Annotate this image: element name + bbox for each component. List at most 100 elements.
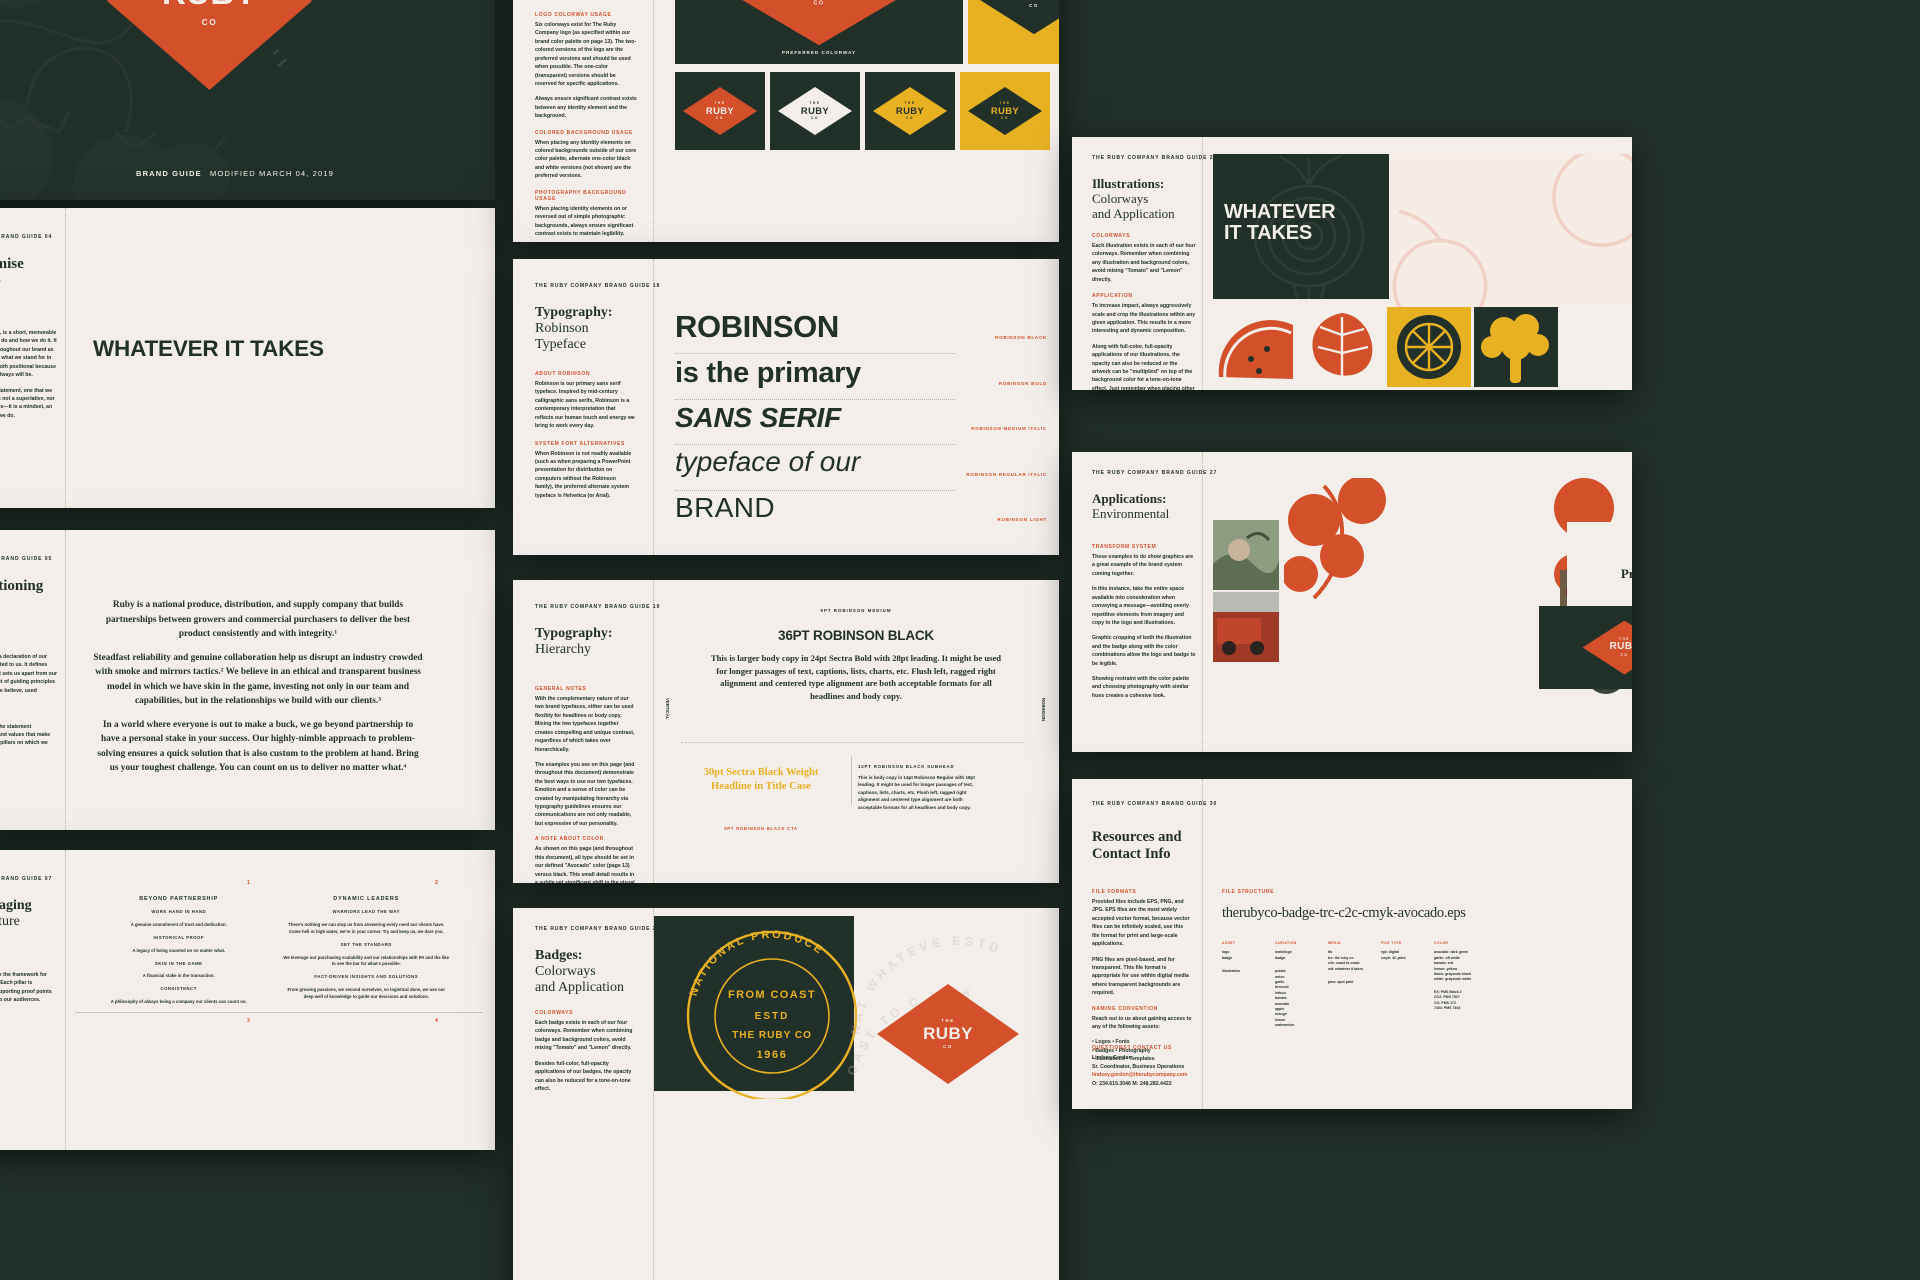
colorway-cell-lemon-avocado[interactable]: THE RUBY CO xyxy=(960,72,1050,150)
page-resources-contact[interactable]: THE RUBY COMPANY BRAND GUIDE 30 Resource… xyxy=(1072,779,1632,1109)
business-card-mockup: THE RUBY CO xyxy=(1539,606,1632,689)
section-paragraph: Each illustration exists in each of our … xyxy=(1092,243,1196,283)
hero-caption: PREFERRED COLORWAY xyxy=(781,50,857,55)
tomato-panel: THE RUBY CO xyxy=(1392,154,1632,307)
section-paragraph: With the complementary nature of our two… xyxy=(535,696,635,753)
page-title-line1: Colorways xyxy=(1092,190,1149,206)
colorway-cell-avocado-tomato[interactable]: THE RUBY CO xyxy=(675,72,765,150)
section-paragraph: Provided files include EPS, PNG, and JPG… xyxy=(1092,899,1190,948)
page-badges[interactable]: THE RUBY COMPANY BRAND GUIDE 21 Badges: … xyxy=(513,908,1059,1280)
page-illustrations[interactable]: THE RUBY COMPANY BRAND GUIDE 23 Illustra… xyxy=(1072,137,1632,390)
cover-logo-diamond[interactable]: RUBY CO xyxy=(107,0,312,90)
page-typography-robinson[interactable]: THE RUBY COMPANY BRAND GUIDE 18 Typograp… xyxy=(513,259,1059,555)
section-label: SUPPORTING POINTS xyxy=(0,714,57,720)
table-cell: white: grayscale white xyxy=(1434,977,1472,982)
logo-gold-panel: PREFERRED COLORWAY THE RUBY CO xyxy=(968,0,1059,64)
logo-the: THE xyxy=(941,1017,955,1023)
logo-diamond-tomato[interactable]: THE RUBY CO xyxy=(719,0,919,46)
section-label: A NOTE ABOUT COLOR xyxy=(535,836,604,843)
contact-name: Lindsey Gordon xyxy=(1092,1055,1132,1062)
specimen-label: ROBINSON BOLD xyxy=(998,381,1047,386)
page-title-line1: Resources and xyxy=(1092,829,1182,845)
page-title-line1: Robinson xyxy=(535,320,589,336)
quadrant-heading: DYNAMIC LEADERS xyxy=(333,896,400,902)
page-brand-promise[interactable]: THE RUBY COMPANY BRAND GUIDE 04 Brand Pr… xyxy=(0,208,495,508)
card-logo-diamond[interactable]: THE RUBY CO xyxy=(1582,620,1632,675)
colorway-cell-avocado-cream[interactable]: THE RUBY CO xyxy=(770,72,860,150)
specimen-label: ROBINSON REGULAR ITALIC xyxy=(966,472,1047,477)
cover-logo-sub: CO xyxy=(201,16,218,27)
broccoli-cell[interactable] xyxy=(1474,307,1558,387)
section-paragraph: Along with full-color, full-opacity appl… xyxy=(1092,343,1195,390)
logo-name: RUBY xyxy=(800,104,830,116)
table-header: ASSET xyxy=(1222,941,1236,945)
page-title-line1: Brand Promise xyxy=(0,256,24,272)
page-brand-messaging[interactable]: THE RUBY COMPANY BRAND GUIDE 07 Brand Me… xyxy=(0,850,495,1150)
proof-point-text: A genuine commitment of trust and dedica… xyxy=(130,921,227,927)
specimen-label: ROBINSON BLACK xyxy=(995,335,1047,340)
page-brand-positioning[interactable]: THE RUBY COMPANY BRAND GUIDE 05 Brand Po… xyxy=(0,530,495,830)
lettuce-illustration-icon xyxy=(1312,313,1373,377)
page-title-line2: and Application xyxy=(535,979,625,995)
badge-diamond[interactable]: THE RUBY CO xyxy=(877,984,1019,1084)
illustration-colorway-row xyxy=(1213,307,1558,387)
section-label: COLORWAYS xyxy=(535,1010,574,1016)
gutter-rule xyxy=(1202,452,1203,752)
table-header: VARIATION xyxy=(1275,941,1297,945)
logo-name: RUBY xyxy=(895,104,925,116)
sign-line1: National xyxy=(1621,551,1632,566)
table-cell: pms: spot print xyxy=(1328,979,1354,984)
logo-name: RUBY xyxy=(1609,641,1632,652)
headline-line1: WHATEVER xyxy=(1224,201,1336,223)
proof-point-lead: SKIN IN THE GAME xyxy=(154,960,203,966)
quadrant-number: 2 xyxy=(435,880,438,886)
table-cell: 7403: PMS 7403 xyxy=(1434,1006,1461,1011)
diamond-shape-icon xyxy=(719,0,919,46)
sign-line2: Produce Supply xyxy=(1620,566,1632,581)
running-head: THE RUBY COMPANY BRAND GUIDE 07 xyxy=(0,876,53,882)
logo-co: CO xyxy=(715,116,725,121)
logo-colorway-row: THE RUBY CO THE RUBY CO THE RUBY CO THE … xyxy=(675,72,1050,150)
lettuce-cell[interactable] xyxy=(1300,307,1384,387)
coast-to-coast-badge-icon[interactable]: NATIONAL PRODUCE FROM COAST ESTD THE RUB… xyxy=(672,924,872,1099)
gutter-rule xyxy=(653,580,654,883)
table-header: FILE TYPE xyxy=(1381,941,1402,945)
gutter-rule xyxy=(653,0,654,242)
page-title-bold: Typography: xyxy=(535,305,613,320)
page-title-line1: Colorways xyxy=(535,963,596,979)
tomato-illustration-icon xyxy=(1392,154,1632,307)
page-cover[interactable]: IT TAKES RIBUTION AND RUBY CO BRAND GUID… xyxy=(0,0,495,200)
specimen-bold: is the primary xyxy=(675,357,861,389)
logo-name: RUBY xyxy=(1012,0,1056,1)
colorway-cell-avocado-lemon[interactable]: THE RUBY CO xyxy=(865,72,955,150)
gutter-rule xyxy=(653,259,654,555)
proof-point-text: A philosophy of always being a company o… xyxy=(110,999,247,1005)
page-applications-environmental[interactable]: THE RUBY COMPANY BRAND GUIDE 27 Applicat… xyxy=(1072,452,1632,752)
logo-co: CO xyxy=(943,1044,953,1049)
running-head: THE RUBY COMPANY BRAND GUIDE 04 xyxy=(0,234,53,240)
section-label: APPLICATION xyxy=(1092,293,1133,300)
cover-footer-date: MODIFIED MARCH 04, 2019 xyxy=(209,169,334,178)
proof-point-lead: SET THE STANDARD xyxy=(340,941,392,947)
contact-email[interactable]: lindsey.gordon@therubycompany.com xyxy=(1092,1071,1204,1079)
page-typography-hierarchy[interactable]: THE RUBY COMPANY BRAND GUIDE 19 Typograp… xyxy=(513,580,1059,883)
section-paragraph: Six colorways exist for The Ruby Company… xyxy=(535,22,637,87)
positioning-paragraph: In a world where everyone is out to make… xyxy=(97,719,419,774)
logo-co: CO xyxy=(1000,116,1010,121)
logo-diamond-avocado[interactable]: THE RUBY CO xyxy=(971,0,1059,35)
section-label: FILE FORMATS xyxy=(1092,889,1137,895)
broccoli-illustration-icon xyxy=(1481,314,1549,383)
page-logo-usage[interactable]: LOGO COLORWAY USAGE Six colorways exist … xyxy=(513,0,1059,242)
watermelon-cell[interactable] xyxy=(1213,307,1297,387)
gutter-rule xyxy=(65,208,66,508)
specimen-label: ROBINSON MEDIUM ITALIC xyxy=(971,426,1047,431)
gutter-rule xyxy=(65,850,66,1150)
lemon-cell[interactable] xyxy=(1387,307,1471,387)
environmental-sign-card: National Produce Supply xyxy=(1567,522,1632,610)
portfolio-canvas: IT TAKES RIBUTION AND RUBY CO BRAND GUID… xyxy=(0,0,1920,1280)
proof-point-lead: WARRIORS LEAD THE WAY xyxy=(332,909,400,914)
section-paragraph: Each badge exists in each of our four co… xyxy=(535,1020,633,1052)
page-title-line1: Brand Positioning xyxy=(0,578,44,594)
positioning-paragraph: Ruby is a national produce, distribution… xyxy=(105,600,411,639)
cover-footer: BRAND GUIDE MODIFIED MARCH 04, 2019 xyxy=(0,169,495,178)
